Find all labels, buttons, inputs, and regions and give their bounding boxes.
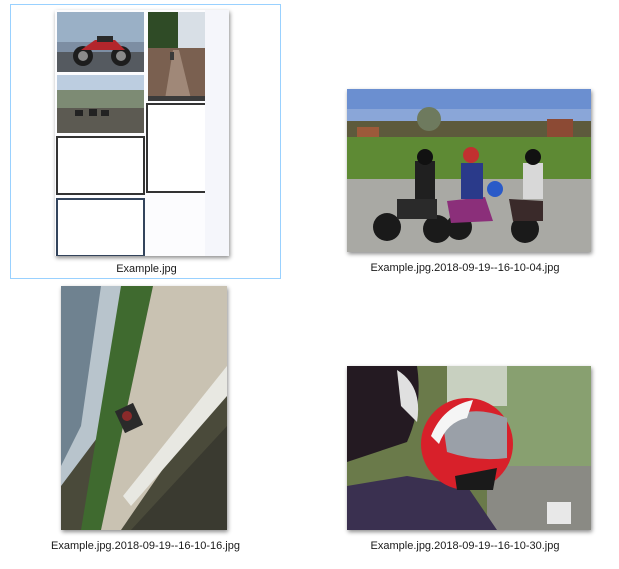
red-helmet-image: [347, 366, 591, 530]
file-tile-example-jpg-16-10-30[interactable]: Example.jpg.2018-09-19--16-10-30.jpg: [311, 282, 619, 562]
rider-bank-image: [61, 286, 227, 530]
motorcyclists-image: [347, 89, 591, 252]
collage-thumbnail: [55, 10, 229, 256]
collage-image: [55, 10, 229, 256]
motorcyclists-thumbnail: [347, 89, 591, 252]
file-tile-example-jpg[interactable]: Example.jpg: [10, 4, 281, 279]
file-name-label: Example.jpg.2018-09-19--16-10-30.jpg: [370, 540, 560, 552]
file-name-label: Example.jpg.2018-09-19--16-10-16.jpg: [51, 540, 240, 552]
rider-bank-thumbnail: [61, 286, 227, 530]
file-name-label: Example.jpg.2018-09-19--16-10-04.jpg: [370, 262, 560, 274]
red-helmet-thumbnail: [347, 366, 591, 530]
file-tile-example-jpg-16-10-04[interactable]: Example.jpg.2018-09-19--16-10-04.jpg: [311, 4, 619, 279]
file-tile-example-jpg-16-10-16[interactable]: Example.jpg.2018-09-19--16-10-16.jpg: [10, 282, 281, 562]
file-name-label: Example.jpg: [116, 263, 177, 275]
